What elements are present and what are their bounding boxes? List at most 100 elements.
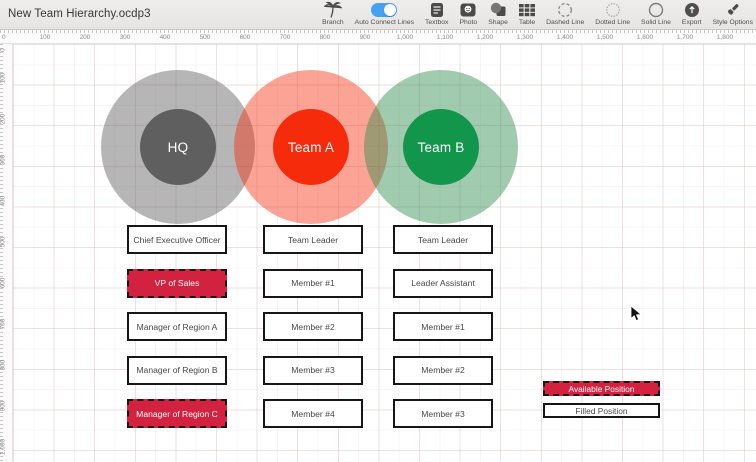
position-box-label: Manager of Region A [137, 322, 218, 332]
ruler-v-label: 200 [0, 114, 7, 125]
position-box[interactable]: Member #2 [393, 356, 493, 385]
toolbar-item-dotted-line[interactable]: Dotted Line [595, 1, 630, 29]
position-box[interactable]: VP of Sales [127, 269, 227, 298]
toolbar-item-textbox[interactable]: Textbox [425, 1, 448, 29]
toggle-on-icon[interactable] [371, 1, 397, 18]
export-icon [684, 1, 700, 18]
position-box[interactable]: Member #3 [263, 356, 363, 385]
ruler-h-label: 1,500 [597, 34, 613, 41]
toolbar-item-label: Photo [459, 19, 477, 26]
table-icon [519, 1, 535, 18]
toolbar-item-shape[interactable]: Shape [488, 1, 508, 29]
position-box-label: Member #2 [291, 322, 334, 332]
diagram-canvas[interactable]: HQ Team A Team B Chief Executive Officer VP… [13, 44, 756, 462]
position-box[interactable]: Member #3 [393, 399, 493, 428]
ruler-h-label: 800 [320, 34, 331, 41]
toolbar-item-solid-line[interactable]: Solid Line [641, 1, 671, 29]
toolbar-item-label: Shape [488, 19, 508, 26]
position-box[interactable]: Team Leader [393, 225, 493, 254]
circle-label: Team B [418, 140, 465, 155]
toolbar-item-auto-connect-lines[interactable]: Auto Connect Lines [355, 1, 414, 29]
toolbar-item-label: Dotted Line [595, 19, 630, 26]
palm-tree-icon [324, 1, 342, 18]
ruler-h-label: 100 [40, 34, 51, 41]
ruler-h-label: 1,000 [397, 34, 413, 41]
toolbar-item-label: Export [682, 19, 702, 26]
inner-circle-team-a[interactable]: Team A [273, 109, 349, 185]
toolbar-item-label: Branch [322, 19, 344, 26]
position-box[interactable]: Chief Executive Officer [127, 225, 227, 254]
ruler-h-label: 1,700 [677, 34, 693, 41]
dotted-circle-icon [605, 1, 621, 18]
position-box[interactable]: Manager of Region C [127, 399, 227, 428]
inner-circle-hq[interactable]: HQ [140, 109, 216, 185]
toolbar-item-style-options[interactable]: Style Options [713, 1, 753, 29]
app-window: { "window": { "title": "New Team Hierarc… [0, 0, 756, 462]
toolbar-item-dashed-line[interactable]: Dashed Line [546, 1, 584, 29]
position-box[interactable]: Member #1 [393, 312, 493, 341]
position-box[interactable]: Member #2 [263, 312, 363, 341]
ruler-h-label: 0 [2, 34, 6, 41]
toolbar-item-table[interactable]: Table [519, 1, 535, 29]
photo-icon [460, 1, 476, 18]
legend-item[interactable]: Available Position [543, 381, 660, 396]
ruler-h-label: 200 [80, 34, 91, 41]
position-box[interactable]: Leader Assistant [393, 269, 493, 298]
solid-circle-icon [648, 1, 664, 18]
ruler-h-label: 900 [360, 34, 371, 41]
legend-item[interactable]: Filled Position [543, 403, 660, 418]
position-box-label: Team Leader [288, 235, 338, 245]
position-box[interactable]: Manager of Region A [127, 312, 227, 341]
ruler-h-label: 1,800 [717, 34, 733, 41]
position-box[interactable]: Member #4 [263, 399, 363, 428]
ruler-h-label: 1,400 [557, 34, 573, 41]
toolbar: Branch Auto Connect Lines Textbox Photo Shap… [322, 1, 753, 29]
ruler-v-label: 600 [0, 278, 7, 289]
position-box-label: Member #1 [291, 278, 334, 288]
ruler-h-label: 600 [240, 34, 251, 41]
titlebar: New Team Hierarchy.ocdp3 BranchAuto Conn… [0, 0, 756, 30]
ruler-h-label: 500 [200, 34, 211, 41]
position-box-label: Manager of Region C [136, 409, 218, 419]
position-box-label: Leader Assistant [411, 278, 475, 288]
ruler-v-label: 800 [0, 360, 7, 371]
toolbar-item-export[interactable]: Export [682, 1, 702, 29]
position-box-label: Member #2 [421, 365, 464, 375]
position-box-label: Member #4 [291, 409, 334, 419]
ruler-v-label: 700 [0, 319, 7, 330]
ruler-v-label: 900 [0, 401, 7, 412]
ruler-v-label: 500 [0, 237, 7, 248]
legend-item-label: Available Position [569, 384, 635, 394]
toolbar-item-label: Style Options [713, 19, 753, 26]
position-box[interactable]: Manager of Region B [127, 356, 227, 385]
toolbar-item-label: Auto Connect Lines [355, 19, 414, 26]
vertical-ruler: 01002003004005006007008009001,000 [0, 44, 13, 462]
ruler-h-label: 1,300 [517, 34, 533, 41]
ruler-h-label: 300 [120, 34, 131, 41]
mouse-cursor [630, 305, 642, 328]
ruler-v-label: 1,000 [0, 439, 7, 455]
position-box-label: VP of Sales [155, 278, 200, 288]
ruler-h-label: 1,200 [477, 34, 493, 41]
circle-label: HQ [168, 140, 189, 155]
shape-icon [490, 1, 506, 18]
toolbar-item-photo[interactable]: Photo [459, 1, 477, 29]
brush-icon [724, 1, 741, 18]
ruler-v-label: 100 [0, 73, 7, 84]
ruler-v-label: 400 [0, 196, 7, 207]
legend-item-label: Filled Position [575, 406, 627, 416]
position-box-label: Member #3 [421, 409, 464, 419]
ruler-h-label: 1,600 [637, 34, 653, 41]
toolbar-item-branch[interactable]: Branch [322, 1, 344, 29]
position-box-label: Manager of Region B [136, 365, 217, 375]
inner-circle-team-b[interactable]: Team B [403, 109, 479, 185]
toolbar-item-label: Textbox [425, 19, 448, 26]
textbox-icon [430, 1, 444, 18]
ruler-h-label: 700 [280, 34, 291, 41]
position-box-label: Chief Executive Officer [133, 235, 220, 245]
toolbar-item-label: Dashed Line [546, 19, 584, 26]
position-box[interactable]: Member #1 [263, 269, 363, 298]
toolbar-item-label: Table [519, 19, 535, 26]
position-box[interactable]: Team Leader [263, 225, 363, 254]
position-box-label: Member #1 [421, 322, 464, 332]
